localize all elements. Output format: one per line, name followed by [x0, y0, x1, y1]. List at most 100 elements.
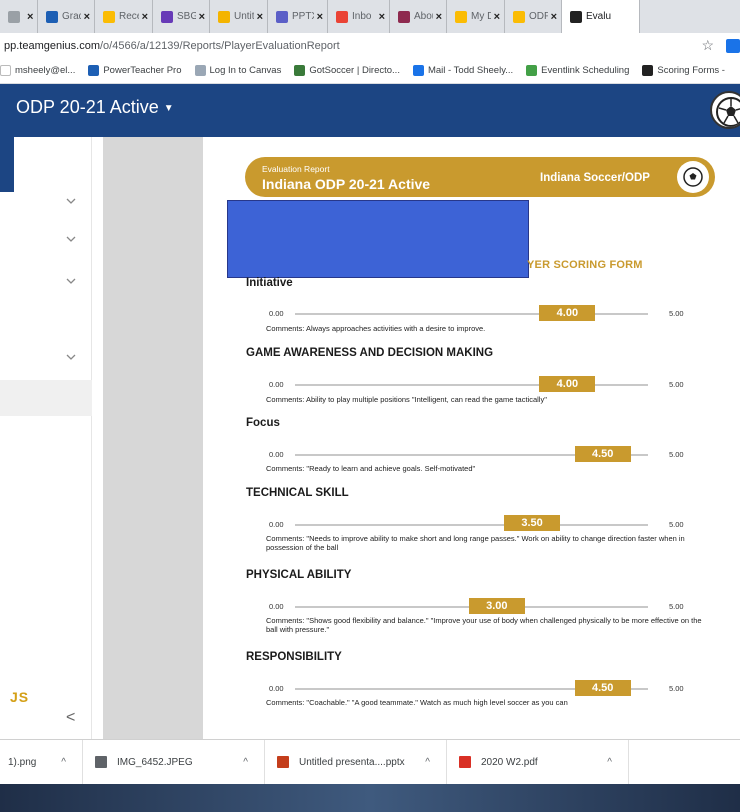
tab-label: Rece: [119, 11, 139, 22]
google-drive-icon: [103, 10, 115, 23]
collapse-sidebar-icon[interactable]: <: [66, 709, 75, 727]
score-track: [295, 524, 648, 526]
team-selector[interactable]: ODP 20-21 Active ▼: [16, 97, 174, 118]
score-marker: 3.00: [468, 598, 525, 614]
chevron-up-icon[interactable]: ^: [425, 757, 430, 768]
bookmark-item[interactable]: GotSoccer | Directo...: [294, 65, 400, 76]
tab-label: My D: [471, 11, 491, 22]
report-banner: Evaluation Report Indiana ODP 20-21 Acti…: [245, 157, 715, 197]
chevron-down-icon[interactable]: [65, 232, 77, 244]
tab-label: Inbo: [352, 11, 372, 22]
bookmark-label: Log In to Canvas: [209, 65, 282, 76]
browser-tab[interactable]: Evalu: [562, 0, 640, 33]
url-field[interactable]: pp.teamgenius.com/o/4566/a/12139/Reports…: [0, 40, 701, 52]
chevron-down-icon[interactable]: [65, 194, 77, 206]
download-item[interactable]: Untitled presenta....pptx ^: [265, 739, 447, 785]
browser-tab[interactable]: Untit ×: [210, 0, 268, 33]
gmail-icon: [336, 10, 348, 23]
bookmark-label: msheely@el...: [15, 65, 76, 76]
generic-tab-icon: [8, 10, 20, 23]
chevron-down-icon[interactable]: [65, 350, 77, 362]
browser-tab[interactable]: PPTX×: [268, 0, 328, 33]
close-icon[interactable]: ×: [436, 11, 442, 23]
tab-label: Evalu: [586, 11, 612, 22]
close-icon[interactable]: ×: [551, 11, 557, 23]
bookmark-star-icon[interactable]: ☆: [701, 37, 714, 54]
chevron-up-icon[interactable]: ^: [243, 757, 248, 768]
bookmarks-bar: msheely@el... PowerTeacher Pro Log In to C…: [0, 58, 740, 84]
close-icon[interactable]: ×: [27, 11, 33, 23]
screen: w×Grad×Rece×SBG×Untit×PPTX×Inbo×Abou×My …: [0, 0, 740, 812]
browser-tab[interactable]: Grad×: [38, 0, 95, 33]
score-marker: 3.50: [504, 515, 561, 531]
bookmark-item[interactable]: Eventlink Scheduling: [526, 65, 629, 76]
scale-min-label: 0.00: [269, 380, 284, 389]
close-icon[interactable]: ×: [257, 11, 263, 23]
banner-subtitle: Evaluation Report: [262, 164, 330, 174]
download-item[interactable]: 1).png ^: [0, 739, 83, 785]
close-icon[interactable]: ×: [317, 11, 323, 23]
browser-tab[interactable]: My D×: [447, 0, 505, 33]
close-icon[interactable]: ×: [379, 11, 385, 23]
close-icon[interactable]: ×: [199, 11, 205, 23]
image-file-icon: [95, 756, 107, 768]
bookmark-item[interactable]: Scoring Forms -: [642, 65, 725, 76]
browser-tab[interactable]: Abou×: [390, 0, 447, 33]
address-bar[interactable]: pp.teamgenius.com/o/4566/a/12139/Reports…: [0, 33, 740, 58]
scale-max-label: 5.00: [669, 380, 684, 389]
sidebar: JS <: [0, 137, 92, 739]
evaluation-comment: Comments: "Shows good flexibility and ba…: [266, 616, 702, 634]
bookmark-label: PowerTeacher Pro: [103, 65, 182, 76]
browser-tab[interactable]: ODP×: [505, 0, 562, 33]
browser-tab[interactable]: Inbo ×: [328, 0, 390, 33]
chevron-up-icon[interactable]: ^: [607, 757, 612, 768]
bookmark-item[interactable]: msheely@el...: [0, 65, 75, 76]
forms-icon: [161, 10, 173, 23]
canvas-icon: [194, 65, 206, 76]
scale-min-label: 0.00: [269, 309, 284, 318]
slides-icon: [218, 10, 230, 23]
category-title: PHYSICAL ABILITY: [246, 569, 352, 581]
close-icon[interactable]: ×: [494, 11, 500, 23]
browser-tab[interactable]: SBG×: [153, 0, 210, 33]
tab-label: Untit: [234, 11, 254, 22]
extension-icon[interactable]: [726, 38, 740, 53]
url-host: pp.teamgenius.com: [4, 39, 100, 52]
browser-tab[interactable]: w×: [0, 0, 38, 33]
teams-icon: [276, 10, 288, 23]
soccer-ball-icon[interactable]: [710, 91, 740, 129]
scale-max-label: 5.00: [669, 309, 684, 318]
scale-min-label: 0.00: [269, 684, 284, 693]
download-filename: IMG_6452.JPEG: [117, 756, 193, 768]
bookmark-item[interactable]: Log In to Canvas: [194, 65, 282, 76]
evaluation-comment: Comments: "Ready to learn and achieve go…: [266, 464, 476, 473]
soccer-ball-icon: [677, 161, 709, 193]
chevron-down-icon[interactable]: [65, 274, 77, 286]
evaluation-comment: Comments: "Needs to improve ability to m…: [266, 534, 685, 552]
outlook-mail-icon: [412, 65, 424, 76]
close-icon[interactable]: ×: [84, 11, 90, 23]
browser-tab[interactable]: Rece×: [95, 0, 153, 33]
chevron-up-icon[interactable]: ^: [61, 757, 66, 768]
download-item[interactable]: 2020 W2.pdf ^: [447, 739, 629, 785]
bookmark-item[interactable]: Mail - Todd Sheely...: [412, 65, 513, 76]
sidebar-item-selected[interactable]: [0, 380, 92, 416]
bookmark-item[interactable]: PowerTeacher Pro: [88, 65, 182, 76]
form-title: YER SCORING FORM: [527, 259, 643, 271]
score-marker: 4.50: [574, 680, 631, 696]
banner-title: Indiana ODP 20-21 Active: [262, 176, 431, 192]
category-title: GAME AWARENESS AND DECISION MAKING: [246, 347, 494, 359]
download-filename: 1).png: [8, 756, 37, 768]
tab-label: SBG: [177, 11, 196, 22]
download-item[interactable]: IMG_6452.JPEG ^: [83, 739, 265, 785]
tab-bar: w×Grad×Rece×SBG×Untit×PPTX×Inbo×Abou×My …: [0, 0, 740, 33]
scale-max-label: 5.00: [669, 684, 684, 693]
category-title: Focus: [246, 417, 280, 429]
scale-min-label: 0.00: [269, 602, 284, 611]
bookmark-label: Eventlink Scheduling: [541, 65, 630, 76]
close-icon[interactable]: ×: [142, 11, 148, 23]
score-marker: 4.00: [539, 376, 596, 392]
category-title: Initiative: [246, 277, 293, 289]
evaluation-comment: Comments: "Coachable." "A good teammate.…: [266, 698, 568, 707]
downloads-bar: 1).png ^ IMG_6452.JPEG ^ Untitled presenta..…: [0, 739, 740, 785]
